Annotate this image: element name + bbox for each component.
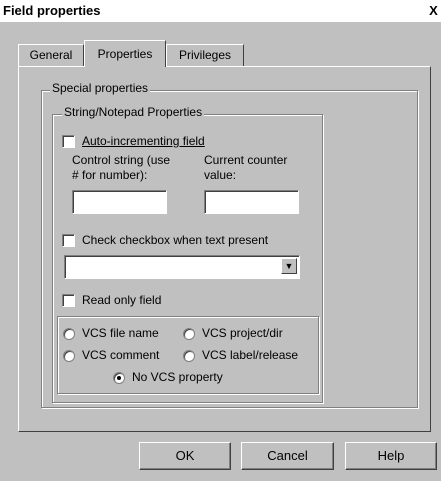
counter-value-label-line1: Current counter xyxy=(204,153,288,167)
auto-increment-checkbox[interactable] xyxy=(62,135,75,148)
check-when-text-checkbox[interactable] xyxy=(62,234,75,247)
tab-properties[interactable]: Properties xyxy=(84,40,166,67)
read-only-label: Read only field xyxy=(82,293,162,307)
control-string-label-line1: Control string (use xyxy=(72,153,171,167)
chevron-down-icon: ▼ xyxy=(284,261,294,271)
ok-button[interactable]: OK xyxy=(139,442,231,470)
dropdown-arrow-button[interactable]: ▼ xyxy=(281,258,297,274)
vcs-file-name-radio[interactable] xyxy=(63,328,75,340)
help-button[interactable]: Help xyxy=(345,442,437,470)
title-bar: Field properties X xyxy=(0,0,441,22)
vcs-file-name-label: VCS file name xyxy=(82,326,159,340)
window-title: Field properties xyxy=(3,3,101,18)
tab-privileges[interactable]: Privileges xyxy=(166,44,244,66)
no-vcs-label: No VCS property xyxy=(132,370,223,384)
radio-selected-dot xyxy=(117,376,121,380)
counter-value-label-line2: value: xyxy=(204,168,237,182)
tab-general[interactable]: General xyxy=(18,44,84,66)
help-button-label: Help xyxy=(377,448,405,463)
auto-increment-label: Auto-incrementing field xyxy=(82,134,205,148)
vcs-comment-label: VCS comment xyxy=(82,348,160,362)
vcs-label-release-label: VCS label/release xyxy=(202,348,299,362)
read-only-checkbox[interactable] xyxy=(62,294,75,307)
close-button[interactable]: X xyxy=(426,4,441,18)
vcs-comment-radio[interactable] xyxy=(63,350,75,362)
checkbox-value-dropdown[interactable]: ▼ xyxy=(64,255,300,279)
cancel-button-label: Cancel xyxy=(267,448,308,463)
field-properties-dialog: Field properties X General Properties Pr… xyxy=(0,0,441,481)
tab-privileges-label: Privileges xyxy=(178,48,232,62)
counter-value-input[interactable] xyxy=(204,190,299,214)
string-notepad-label: String/Notepad Properties xyxy=(62,105,205,119)
tab-properties-label: Properties xyxy=(97,47,153,61)
vcs-project-dir-label: VCS project/dir xyxy=(202,326,283,340)
cancel-button[interactable]: Cancel xyxy=(241,442,334,470)
tab-general-label: General xyxy=(29,48,73,62)
vcs-project-dir-radio[interactable] xyxy=(183,328,195,340)
vcs-label-release-radio[interactable] xyxy=(183,350,195,362)
check-when-text-label: Check checkbox when text present xyxy=(82,233,269,247)
no-vcs-radio[interactable] xyxy=(113,372,125,384)
ok-button-label: OK xyxy=(175,448,195,463)
control-string-input[interactable] xyxy=(72,190,167,214)
control-string-label-line2: # for number): xyxy=(72,168,148,182)
special-properties-label: Special properties xyxy=(50,81,151,95)
